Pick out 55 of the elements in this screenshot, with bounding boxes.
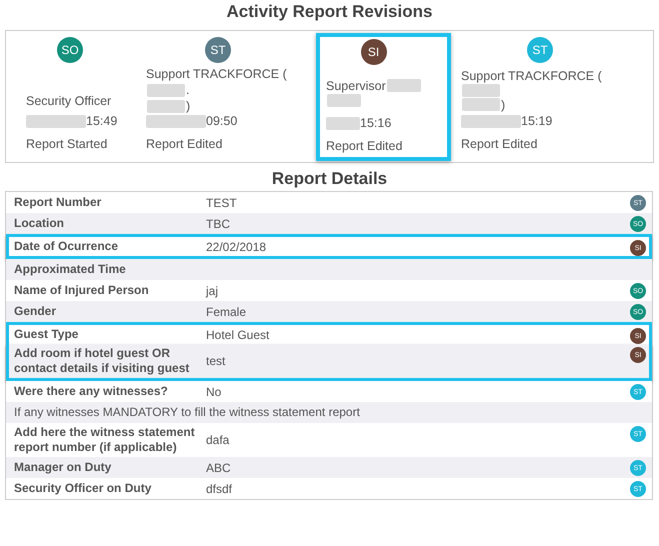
field-label: Location bbox=[14, 215, 65, 232]
field-label: Add room if hotel guest OR contact details if visiting guest bbox=[14, 345, 190, 377]
field-value: No bbox=[206, 384, 222, 398]
author-name: ) bbox=[501, 96, 506, 112]
field-label: Approximated Time bbox=[14, 261, 127, 278]
field-value: 22/02/2018 bbox=[206, 240, 266, 254]
revision-action: Report Edited bbox=[326, 139, 404, 153]
redaction-block bbox=[462, 84, 500, 96]
author-name: . bbox=[186, 82, 190, 98]
field-label: Were there any witnesses? bbox=[14, 383, 169, 400]
revision-time: 15:49 bbox=[86, 114, 118, 128]
avatar-badge: ST bbox=[205, 37, 231, 63]
field-value: Female bbox=[206, 304, 246, 318]
revision-action: Report Edited bbox=[461, 137, 538, 151]
field-value: jaj bbox=[206, 284, 218, 298]
author-name: ) bbox=[186, 98, 190, 114]
redaction-block bbox=[146, 114, 206, 128]
field-label: Date of Ocurrence bbox=[14, 238, 120, 255]
field-value: test bbox=[206, 354, 226, 368]
field-value: dafa bbox=[206, 433, 230, 447]
section-title: Report Details bbox=[270, 168, 388, 189]
revision-time: 15:16 bbox=[360, 116, 392, 130]
redaction-block bbox=[461, 114, 521, 128]
field-label: Security Officer on Duty bbox=[14, 480, 152, 497]
author-name: Support TRACKFORCE ( bbox=[146, 66, 287, 82]
avatar-badge: ST bbox=[527, 37, 553, 63]
field-label: Guest Type bbox=[14, 326, 80, 343]
redaction-block bbox=[326, 116, 360, 130]
redaction-block bbox=[147, 100, 185, 112]
redaction-block bbox=[147, 84, 185, 96]
field-value: TBC bbox=[206, 216, 230, 230]
note-text: If any witnesses MANDATORY to fill the witness statement report bbox=[14, 404, 360, 421]
avatar-badge: SO bbox=[57, 37, 83, 63]
field-label: Gender bbox=[14, 303, 58, 320]
revision-time: 15:19 bbox=[521, 114, 552, 128]
revision-time: 09:50 bbox=[206, 114, 238, 128]
author-name: Security Officer bbox=[26, 93, 112, 109]
redaction-block bbox=[327, 94, 361, 106]
field-label: Add here the witness statement report number (if applicable) bbox=[14, 424, 196, 456]
revision-action: Report Edited bbox=[146, 137, 224, 151]
field-value: ABC bbox=[206, 460, 231, 474]
author-name: Supervisor bbox=[326, 78, 386, 94]
field-label: Report Number bbox=[14, 194, 102, 211]
field-value: TEST bbox=[206, 196, 237, 210]
revision-action: Report Started bbox=[26, 137, 108, 151]
author-name: Support TRACKFORCE ( bbox=[461, 68, 602, 84]
field-label: Name of Injured Person bbox=[14, 282, 150, 299]
field-value: dfsdf bbox=[206, 482, 232, 496]
field-label: Manager on Duty bbox=[14, 459, 112, 476]
redaction-block bbox=[26, 114, 86, 128]
field-value: Hotel Guest bbox=[206, 328, 270, 342]
redaction-block bbox=[386, 79, 421, 92]
redaction-block bbox=[462, 98, 500, 111]
section-title: Activity Report Revisions bbox=[226, 1, 434, 23]
avatar-badge: SI bbox=[360, 39, 386, 65]
